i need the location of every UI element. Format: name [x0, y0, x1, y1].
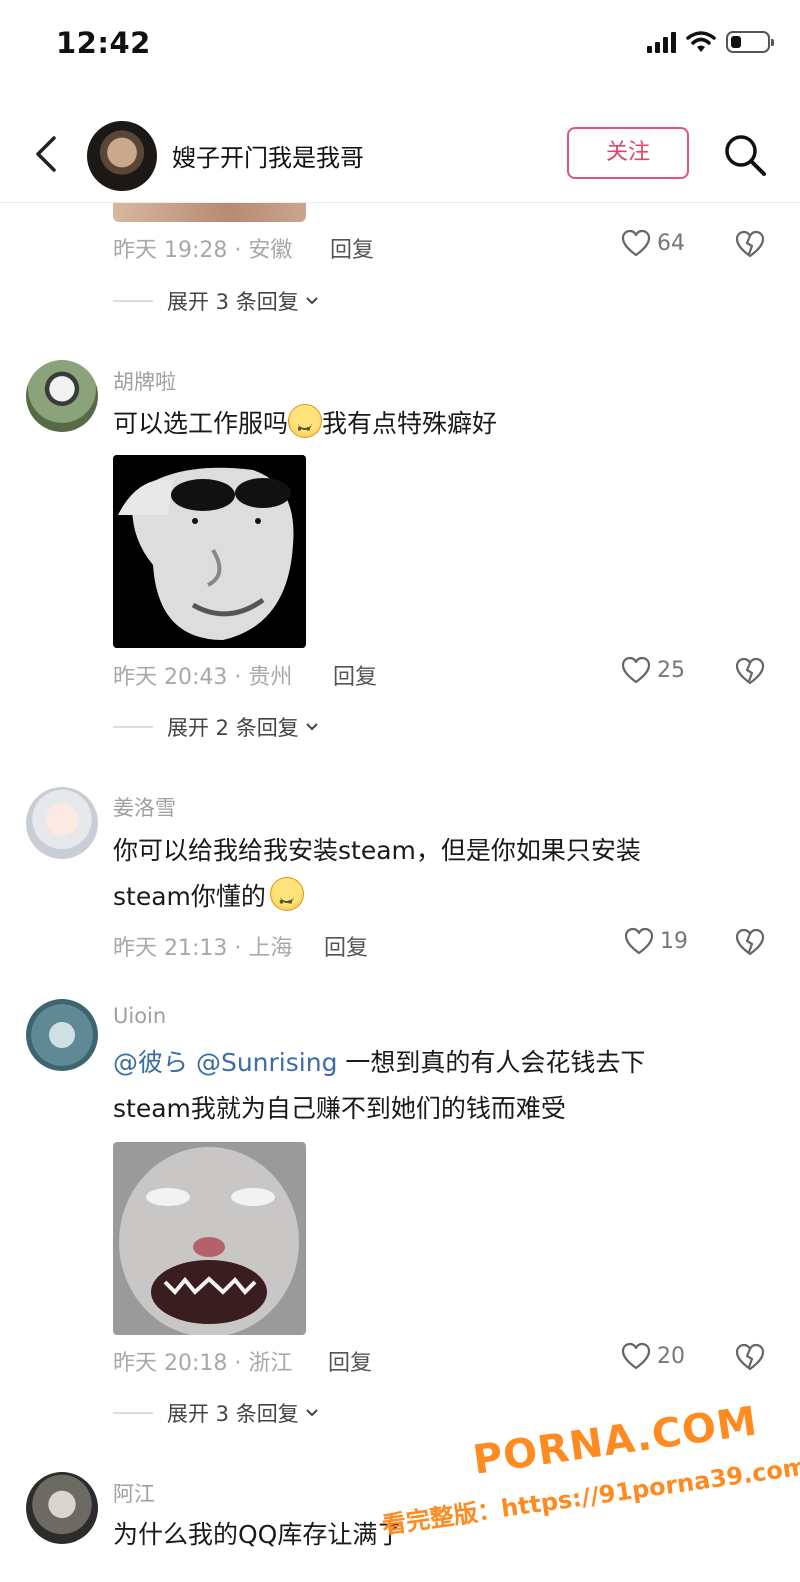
expand-replies[interactable]: 展开 3 条回复 — [113, 1398, 319, 1428]
comment-meta: 昨天 21:13 · 上海 — [113, 936, 293, 961]
wifi-icon — [686, 31, 716, 52]
reply-button[interactable]: 回复 — [330, 232, 374, 264]
expand-replies[interactable]: 展开 3 条回复 — [113, 286, 319, 316]
commenter-avatar[interactable] — [26, 999, 98, 1071]
comment-meta: 昨天 20:43 · 贵州 — [113, 665, 293, 690]
comment-text-part: 一想到真的有人会花钱去下 — [345, 1048, 646, 1077]
chevron-down-icon — [306, 723, 318, 731]
heart-icon — [624, 927, 654, 955]
heart-icon — [621, 1342, 651, 1370]
smile-emoji-icon — [269, 877, 304, 926]
expand-replies-label: 展开 2 条回复 — [167, 716, 299, 740]
top-nav-bar: 嫂子开门我是我哥 关注 — [0, 110, 800, 203]
status-time: 12:42 — [56, 26, 151, 60]
like-count: 19 — [660, 928, 688, 954]
comment-text: 你可以给我给我安装steam，但是你如果只安装 steam你懂的 — [113, 828, 753, 926]
commenter-name[interactable]: 胡牌啦 — [113, 366, 176, 396]
comment-text-line: @彼ら @Sunrising 一想到真的有人会花钱去下 — [113, 1040, 773, 1086]
comment-text-part: steam你懂的 — [113, 882, 266, 911]
divider-line — [113, 726, 153, 728]
comment-text-line-2: steam我就为自己赚不到她们的钱而难受 — [113, 1094, 566, 1123]
heart-icon — [621, 229, 651, 257]
like-button[interactable]: 20 — [621, 1342, 685, 1370]
author-avatar[interactable] — [87, 121, 157, 191]
divider-line — [113, 1412, 153, 1414]
comment-text: 可以选工作服吗 我有点特殊癖好 — [113, 401, 753, 453]
like-count: 25 — [657, 657, 685, 683]
reply-button[interactable]: 回复 — [324, 930, 368, 962]
chevron-down-icon — [306, 1409, 318, 1417]
comment-text: @彼ら @Sunrising 一想到真的有人会花钱去下 steam我就为自己赚不… — [113, 1040, 773, 1132]
comment-text-part: 可以选工作服吗 — [113, 409, 289, 438]
comment-text-line-2: steam你懂的 — [113, 874, 753, 926]
follow-button[interactable]: 关注 — [567, 127, 689, 179]
commenter-avatar[interactable] — [26, 787, 98, 859]
dislike-broken-heart-icon[interactable] — [735, 1343, 765, 1371]
sunglasses-face-meme-image — [113, 455, 306, 648]
comment-meta: 昨天 19:28 · 安徽 — [113, 238, 293, 263]
watermark-brand: PORNA.COM — [470, 1398, 761, 1484]
comment-image-meme[interactable] — [113, 1142, 306, 1335]
commenter-name[interactable]: Uioin — [113, 1004, 166, 1028]
reply-button[interactable]: 回复 — [333, 659, 377, 691]
mention-link[interactable]: @Sunrising — [196, 1048, 337, 1077]
battery-level — [731, 36, 741, 48]
battery-icon — [726, 31, 774, 53]
divider-line — [113, 300, 153, 302]
smile-emoji-icon — [288, 404, 323, 453]
like-button[interactable]: 64 — [621, 229, 685, 257]
screaming-cat-meme-image — [113, 1142, 306, 1335]
commenter-avatar[interactable] — [26, 1472, 98, 1544]
status-icons — [647, 30, 774, 54]
expand-replies-label: 展开 3 条回复 — [167, 290, 299, 314]
cellular-signal-icon — [647, 31, 676, 53]
dislike-broken-heart-icon[interactable] — [735, 928, 765, 956]
comment-text-part: 我有点特殊癖好 — [322, 409, 498, 438]
commenter-name[interactable]: 阿江 — [113, 1478, 155, 1508]
back-arrow-icon[interactable] — [28, 132, 68, 176]
chevron-down-icon — [306, 297, 318, 305]
search-icon[interactable] — [722, 132, 768, 178]
comment-image-partial[interactable] — [113, 203, 306, 222]
dislike-broken-heart-icon[interactable] — [735, 230, 765, 258]
like-count: 64 — [657, 230, 685, 256]
heart-icon — [621, 656, 651, 684]
like-button[interactable]: 25 — [621, 656, 685, 684]
expand-replies-label: 展开 3 条回复 — [167, 1402, 299, 1426]
commenter-avatar[interactable] — [26, 360, 98, 432]
comment-image-meme[interactable] — [113, 455, 306, 648]
expand-replies[interactable]: 展开 2 条回复 — [113, 712, 319, 742]
author-name[interactable]: 嫂子开门我是我哥 — [172, 138, 364, 173]
status-bar: 12:42 — [0, 0, 800, 95]
comment-text: 为什么我的QQ库存让满了 — [113, 1520, 403, 1549]
like-count: 20 — [657, 1343, 685, 1369]
like-button[interactable]: 19 — [624, 927, 688, 955]
reply-button[interactable]: 回复 — [328, 1345, 372, 1377]
dislike-broken-heart-icon[interactable] — [735, 657, 765, 685]
commenter-name[interactable]: 姜洛雪 — [113, 792, 176, 822]
comment-meta: 昨天 20:18 · 浙江 — [113, 1351, 293, 1376]
mention-link[interactable]: @彼ら — [113, 1048, 188, 1077]
comment-text-line: 你可以给我给我安装steam，但是你如果只安装 — [113, 836, 641, 865]
